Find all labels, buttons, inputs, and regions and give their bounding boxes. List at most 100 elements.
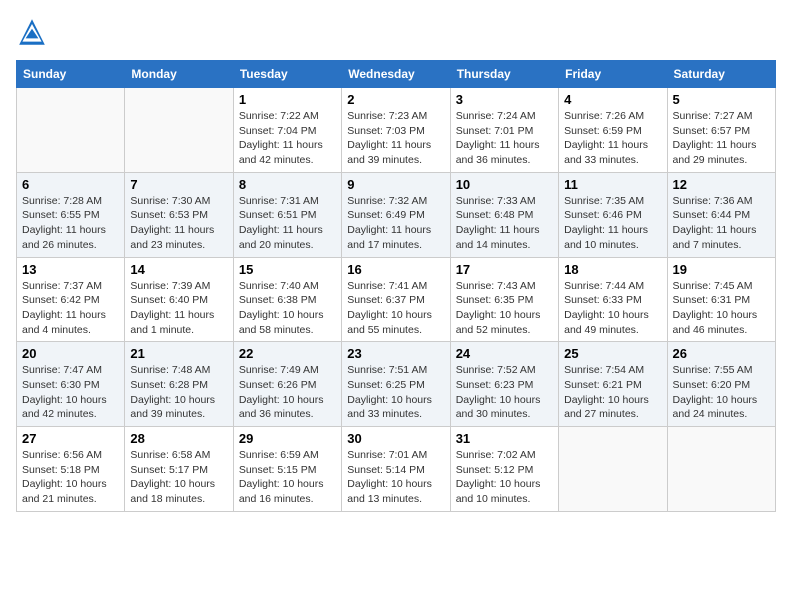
day-number: 20 [22,346,119,361]
day-number: 27 [22,431,119,446]
calendar-cell: 10 Sunrise: 7:33 AMSunset: 6:48 PMDayligh… [450,172,558,257]
calendar-cell: 21 Sunrise: 7:48 AMSunset: 6:28 PMDayligh… [125,342,233,427]
week-row-4: 20 Sunrise: 7:47 AMSunset: 6:30 PMDayligh… [17,342,776,427]
calendar-cell: 14 Sunrise: 7:39 AMSunset: 6:40 PMDayligh… [125,257,233,342]
day-number: 30 [347,431,444,446]
calendar-cell [17,88,125,173]
calendar-cell [667,427,775,512]
calendar-cell: 29 Sunrise: 6:59 AMSunset: 5:15 PMDayligh… [233,427,341,512]
day-info: Sunrise: 7:36 AMSunset: 6:44 PMDaylight:… [673,194,770,253]
calendar-cell: 12 Sunrise: 7:36 AMSunset: 6:44 PMDayligh… [667,172,775,257]
calendar-cell: 6 Sunrise: 7:28 AMSunset: 6:55 PMDaylight… [17,172,125,257]
calendar-table: SundayMondayTuesdayWednesdayThursdayFrid… [16,60,776,512]
day-info: Sunrise: 7:47 AMSunset: 6:30 PMDaylight:… [22,363,119,422]
day-info: Sunrise: 7:33 AMSunset: 6:48 PMDaylight:… [456,194,553,253]
day-info: Sunrise: 7:52 AMSunset: 6:23 PMDaylight:… [456,363,553,422]
day-info: Sunrise: 7:02 AMSunset: 5:12 PMDaylight:… [456,448,553,507]
day-number: 22 [239,346,336,361]
day-number: 6 [22,177,119,192]
day-info: Sunrise: 7:28 AMSunset: 6:55 PMDaylight:… [22,194,119,253]
day-number: 14 [130,262,227,277]
header-monday: Monday [125,61,233,88]
header-thursday: Thursday [450,61,558,88]
day-info: Sunrise: 6:58 AMSunset: 5:17 PMDaylight:… [130,448,227,507]
header-friday: Friday [559,61,667,88]
calendar-cell: 18 Sunrise: 7:44 AMSunset: 6:33 PMDayligh… [559,257,667,342]
week-row-5: 27Sunrise: 6:56 AMSunset: 5:18 PMDayligh… [17,427,776,512]
logo-icon [16,16,48,48]
calendar-cell: 31 Sunrise: 7:02 AMSunset: 5:12 PMDayligh… [450,427,558,512]
calendar-cell: 4 Sunrise: 7:26 AMSunset: 6:59 PMDaylight… [559,88,667,173]
day-info: Sunrise: 7:35 AMSunset: 6:46 PMDaylight:… [564,194,661,253]
day-number: 2 [347,92,444,107]
calendar-cell: 3 Sunrise: 7:24 AMSunset: 7:01 PMDaylight… [450,88,558,173]
day-info: Sunrise: 7:32 AMSunset: 6:49 PMDaylight:… [347,194,444,253]
page-header [16,16,776,48]
day-info: Sunrise: 7:44 AMSunset: 6:33 PMDaylight:… [564,279,661,338]
day-number: 7 [130,177,227,192]
day-number: 5 [673,92,770,107]
header-sunday: Sunday [17,61,125,88]
day-info: Sunrise: 7:26 AMSunset: 6:59 PMDaylight:… [564,109,661,168]
day-info: Sunrise: 7:45 AMSunset: 6:31 PMDaylight:… [673,279,770,338]
day-number: 9 [347,177,444,192]
week-row-2: 6 Sunrise: 7:28 AMSunset: 6:55 PMDaylight… [17,172,776,257]
day-number: 29 [239,431,336,446]
calendar-cell: 24Sunrise: 7:52 AMSunset: 6:23 PMDayligh… [450,342,558,427]
day-number: 8 [239,177,336,192]
day-number: 10 [456,177,553,192]
week-row-1: 1Sunrise: 7:22 AMSunset: 7:04 PMDaylight… [17,88,776,173]
day-number: 1 [239,92,336,107]
day-number: 26 [673,346,770,361]
calendar-cell: 27Sunrise: 6:56 AMSunset: 5:18 PMDayligh… [17,427,125,512]
calendar-cell: 2 Sunrise: 7:23 AMSunset: 7:03 PMDaylight… [342,88,450,173]
day-number: 31 [456,431,553,446]
day-info: Sunrise: 7:31 AMSunset: 6:51 PMDaylight:… [239,194,336,253]
day-info: Sunrise: 7:49 AMSunset: 6:26 PMDaylight:… [239,363,336,422]
day-number: 18 [564,262,661,277]
calendar-cell: 15Sunrise: 7:40 AMSunset: 6:38 PMDayligh… [233,257,341,342]
calendar-header: SundayMondayTuesdayWednesdayThursdayFrid… [17,61,776,88]
calendar-cell: 13Sunrise: 7:37 AMSunset: 6:42 PMDayligh… [17,257,125,342]
calendar-cell: 9 Sunrise: 7:32 AMSunset: 6:49 PMDaylight… [342,172,450,257]
day-info: Sunrise: 7:30 AMSunset: 6:53 PMDaylight:… [130,194,227,253]
calendar-cell: 5 Sunrise: 7:27 AMSunset: 6:57 PMDaylight… [667,88,775,173]
day-info: Sunrise: 7:27 AMSunset: 6:57 PMDaylight:… [673,109,770,168]
calendar-cell: 22 Sunrise: 7:49 AMSunset: 6:26 PMDayligh… [233,342,341,427]
day-info: Sunrise: 7:51 AMSunset: 6:25 PMDaylight:… [347,363,444,422]
day-info: Sunrise: 6:59 AMSunset: 5:15 PMDaylight:… [239,448,336,507]
day-number: 28 [130,431,227,446]
day-number: 11 [564,177,661,192]
logo [16,16,52,48]
calendar-cell: 8 Sunrise: 7:31 AMSunset: 6:51 PMDaylight… [233,172,341,257]
header-wednesday: Wednesday [342,61,450,88]
day-number: 19 [673,262,770,277]
day-info: Sunrise: 7:37 AMSunset: 6:42 PMDaylight:… [22,279,119,338]
day-info: Sunrise: 7:24 AMSunset: 7:01 PMDaylight:… [456,109,553,168]
day-number: 23 [347,346,444,361]
calendar-cell: 28 Sunrise: 6:58 AMSunset: 5:17 PMDayligh… [125,427,233,512]
day-number: 15 [239,262,336,277]
day-info: Sunrise: 7:39 AMSunset: 6:40 PMDaylight:… [130,279,227,338]
header-saturday: Saturday [667,61,775,88]
calendar-cell: 17Sunrise: 7:43 AMSunset: 6:35 PMDayligh… [450,257,558,342]
calendar-cell: 7 Sunrise: 7:30 AMSunset: 6:53 PMDaylight… [125,172,233,257]
day-info: Sunrise: 7:54 AMSunset: 6:21 PMDaylight:… [564,363,661,422]
day-info: Sunrise: 7:23 AMSunset: 7:03 PMDaylight:… [347,109,444,168]
day-info: Sunrise: 7:01 AMSunset: 5:14 PMDaylight:… [347,448,444,507]
day-number: 3 [456,92,553,107]
calendar-cell: 11 Sunrise: 7:35 AMSunset: 6:46 PMDayligh… [559,172,667,257]
day-number: 17 [456,262,553,277]
day-number: 25 [564,346,661,361]
day-number: 4 [564,92,661,107]
calendar-cell: 16 Sunrise: 7:41 AMSunset: 6:37 PMDayligh… [342,257,450,342]
day-info: Sunrise: 7:55 AMSunset: 6:20 PMDaylight:… [673,363,770,422]
calendar-cell: 19 Sunrise: 7:45 AMSunset: 6:31 PMDayligh… [667,257,775,342]
day-info: Sunrise: 7:41 AMSunset: 6:37 PMDaylight:… [347,279,444,338]
day-number: 21 [130,346,227,361]
calendar-cell: 26 Sunrise: 7:55 AMSunset: 6:20 PMDayligh… [667,342,775,427]
calendar-cell: 1Sunrise: 7:22 AMSunset: 7:04 PMDaylight… [233,88,341,173]
day-number: 12 [673,177,770,192]
day-number: 16 [347,262,444,277]
day-info: Sunrise: 7:48 AMSunset: 6:28 PMDaylight:… [130,363,227,422]
